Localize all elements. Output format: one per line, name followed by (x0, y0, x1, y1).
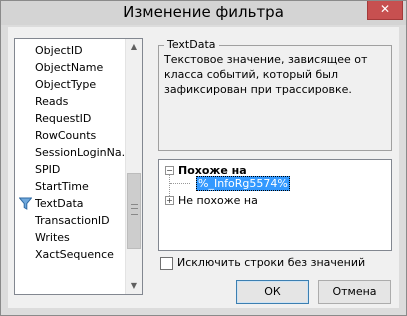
column-description: Текстовое значение, зависящее от класса … (164, 53, 368, 96)
filter-tree[interactable]: − Похоже на %_InfoRg5574% + Не похоже на (158, 159, 392, 251)
ok-button[interactable]: ОК (236, 280, 309, 304)
exclude-empty-label[interactable]: Исключить строки без значений (177, 256, 365, 269)
cancel-button[interactable]: Отмена (318, 280, 391, 304)
exclude-empty-checkbox[interactable] (160, 257, 173, 270)
tree-node-not-like[interactable]: Не похоже на (178, 194, 258, 207)
title-bar[interactable]: Изменение фильтра ✕ (1, 1, 406, 25)
like-value-editor[interactable]: %_InfoRg5574% (196, 176, 290, 191)
list-item[interactable]: Reads (35, 93, 129, 110)
list-item[interactable]: SessionLoginNa... (35, 144, 129, 161)
list-item[interactable]: ObjectName (35, 59, 129, 76)
list-scrollbar[interactable]: ▲ ▼ (125, 39, 142, 294)
list-item[interactable]: RequestID (35, 110, 129, 127)
column-list[interactable]: ObjectID ObjectName ObjectType Reads Req… (14, 38, 143, 295)
filter-dialog: Изменение фильтра ✕ ObjectID ObjectName … (0, 0, 407, 316)
filter-icon (19, 197, 32, 210)
description-title: TextData (164, 38, 219, 51)
close-button[interactable]: ✕ (367, 1, 403, 20)
list-item[interactable]: XactSequence (35, 246, 129, 263)
list-item[interactable]: RowCounts (35, 127, 129, 144)
scroll-up-icon[interactable]: ▲ (126, 39, 142, 55)
list-item[interactable]: ObjectID (35, 42, 129, 59)
tree-line (170, 183, 190, 184)
list-item[interactable]: ObjectType (35, 76, 129, 93)
list-item[interactable]: StartTime (35, 178, 129, 195)
window-title: Изменение фильтра (123, 3, 284, 21)
list-item-selected[interactable]: TextData (35, 195, 129, 212)
description-group: Текстовое значение, зависящее от класса … (158, 45, 392, 151)
list-item[interactable]: SPID (35, 161, 129, 178)
expand-icon[interactable]: + (165, 196, 174, 205)
scroll-thumb[interactable] (127, 173, 141, 249)
scroll-down-icon[interactable]: ▼ (126, 278, 142, 294)
grip-icon (131, 204, 138, 215)
collapse-icon[interactable]: − (165, 166, 174, 175)
dialog-body: ObjectID ObjectName ObjectType Reads Req… (8, 27, 399, 308)
list-item[interactable]: Writes (35, 229, 129, 246)
list-item[interactable]: TransactionID (35, 212, 129, 229)
